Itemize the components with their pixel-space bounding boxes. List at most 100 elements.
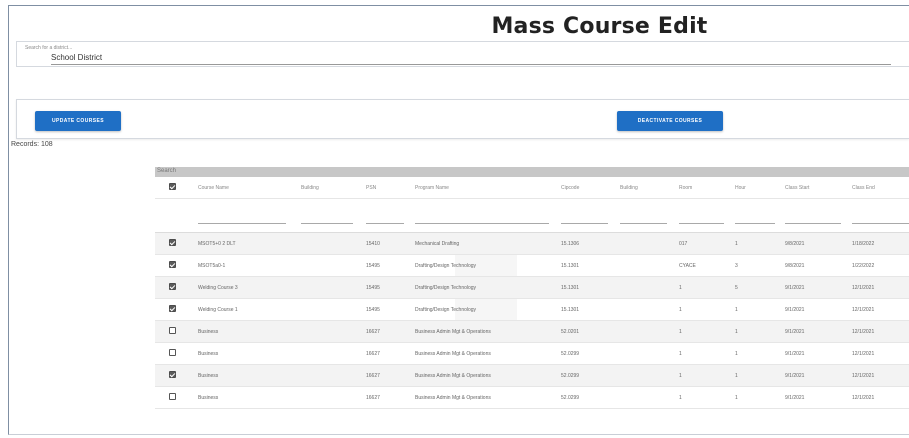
cell-psn: 15410	[366, 241, 380, 247]
cell-hour: 5	[735, 285, 738, 291]
cell-room: 1	[679, 329, 682, 335]
cell-psn: 16627	[366, 373, 380, 379]
district-search-placeholder: Search for a district...	[25, 45, 73, 51]
column-header-class-end[interactable]: Class End	[852, 177, 875, 199]
deactivate-courses-button[interactable]: DEACTIVATE COURSES	[617, 111, 723, 131]
grid-search-label: Search	[157, 168, 177, 174]
courses-grid: Course Name Building PSN Program Name Ci…	[155, 177, 909, 430]
filter-building-2[interactable]	[620, 223, 667, 224]
cell-room: CYACE	[679, 263, 696, 269]
cell-cipcode: 52.0201	[561, 329, 580, 335]
table-row[interactable]: Business 16627 Business Admin Mgt & Operat…	[155, 387, 909, 409]
cell-hour: 1	[735, 329, 738, 335]
table-row[interactable]: Welding Course 3 15495 Drafting/Design Tec…	[155, 277, 909, 299]
cell-cipcode: 52.0299	[561, 395, 580, 401]
cell-class-start: 9/1/2021	[785, 307, 805, 313]
column-header-course-name[interactable]: Course Name	[198, 177, 229, 199]
grid-header-row: Course Name Building PSN Program Name Ci…	[155, 177, 909, 199]
column-header-hour[interactable]: Hour	[735, 177, 746, 199]
row-checkbox[interactable]	[169, 393, 176, 400]
cell-room: 1	[679, 373, 682, 379]
filter-hour[interactable]	[735, 223, 775, 224]
cell-psn: 16627	[366, 395, 380, 401]
cell-class-start: 9/1/2021	[785, 395, 805, 401]
cell-program-name: Business Admin Mgt & Operations	[415, 351, 491, 357]
cell-hour: 1	[735, 241, 738, 247]
records-count: Records: 108	[11, 141, 53, 148]
update-courses-button[interactable]: UPDATE COURSES	[35, 111, 121, 131]
grid-search-bar[interactable]: Search	[155, 167, 909, 177]
table-row[interactable]: Business 16627 Business Admin Mgt & Operat…	[155, 321, 909, 343]
cell-class-start: 9/1/2021	[785, 329, 805, 335]
row-checkbox[interactable]	[169, 305, 176, 312]
district-search-input[interactable]: School District	[51, 53, 102, 62]
select-all-checkbox[interactable]	[169, 183, 176, 190]
column-header-cipcode[interactable]: Cipcode	[561, 177, 579, 199]
cell-program-name: Business Admin Mgt & Operations	[415, 329, 491, 335]
cell-program-name: Drafting/Design Technology	[415, 263, 477, 269]
filter-psn[interactable]	[366, 223, 404, 224]
cell-course-name: Welding Course 3	[198, 285, 238, 291]
cell-room: 017	[679, 241, 688, 247]
cell-course-name: Welding Course 1	[198, 307, 238, 313]
column-header-room[interactable]: Room	[679, 177, 692, 199]
cell-course-name: MSOT5+0 2 DLT	[198, 241, 236, 247]
cell-room: 1	[679, 307, 682, 313]
filter-building[interactable]	[301, 223, 353, 224]
cell-program-name: Drafting/Design Technology	[415, 285, 477, 291]
column-header-psn[interactable]: PSN	[366, 177, 376, 199]
cell-class-start: 9/8/2021	[785, 263, 805, 269]
table-row[interactable]: Business 16627 Business Admin Mgt & Operat…	[155, 365, 909, 387]
table-row[interactable]: Business 16627 Business Admin Mgt & Operat…	[155, 343, 909, 365]
cell-class-end: 12/1/2021	[852, 307, 875, 313]
row-checkbox[interactable]	[169, 349, 176, 356]
cell-class-start: 9/1/2021	[785, 373, 805, 379]
table-row[interactable]: MSOT5+0 2 DLT 15410 Mechanical Drafting 15.…	[155, 233, 909, 255]
cell-class-end: 1/22/2022	[852, 263, 875, 269]
cell-cipcode: 15.1306	[561, 241, 580, 247]
column-header-program-name[interactable]: Program Name	[415, 177, 449, 199]
table-row[interactable]: MSOT5a0-1 15495 Drafting/Design Technology…	[155, 255, 909, 277]
cell-course-name: Business	[198, 395, 219, 401]
district-search-card: Search for a district... School District	[16, 41, 909, 67]
cell-course-name: Business	[198, 329, 219, 335]
filter-class-end[interactable]	[852, 223, 909, 224]
cell-course-name: MSOT5a0-1	[198, 263, 226, 269]
cell-class-start: 9/8/2021	[785, 241, 805, 247]
column-header-building[interactable]: Building	[301, 177, 319, 199]
filter-class-start[interactable]	[785, 223, 841, 224]
cell-class-end: 12/1/2021	[852, 351, 875, 357]
cell-psn: 16627	[366, 329, 380, 335]
row-checkbox[interactable]	[169, 261, 176, 268]
cell-class-end: 1/18/2022	[852, 241, 875, 247]
cell-cipcode: 52.0299	[561, 373, 580, 379]
cell-program-name: Business Admin Mgt & Operations	[415, 373, 491, 379]
row-checkbox[interactable]	[169, 239, 176, 246]
actions-card: UPDATE COURSES DEACTIVATE COURSES	[16, 99, 909, 139]
cell-program-name: Drafting/Design Technology	[415, 307, 477, 313]
cell-class-start: 9/1/2021	[785, 285, 805, 291]
filter-program-name[interactable]	[415, 223, 549, 224]
district-search-underline	[51, 64, 891, 65]
table-row[interactable]: Welding Course 1 15495 Drafting/Design Tec…	[155, 299, 909, 321]
cell-program-name: Mechanical Drafting	[415, 241, 460, 247]
cell-hour: 3	[735, 263, 738, 269]
row-checkbox[interactable]	[169, 283, 176, 290]
cell-psn: 15495	[366, 285, 380, 291]
cell-class-end: 12/1/2021	[852, 373, 875, 379]
cell-class-end: 12/1/2021	[852, 329, 875, 335]
row-checkbox[interactable]	[169, 371, 176, 378]
filter-cipcode[interactable]	[561, 223, 608, 224]
row-checkbox[interactable]	[169, 327, 176, 334]
cell-cipcode: 15.1301	[561, 307, 580, 313]
cell-psn: 16627	[366, 351, 380, 357]
column-header-class-start[interactable]: Class Start	[785, 177, 809, 199]
grid-filter-row	[155, 199, 909, 233]
column-header-building-2[interactable]: Building	[620, 177, 638, 199]
cell-psn: 15495	[366, 263, 380, 269]
cell-room: 1	[679, 351, 682, 357]
cell-hour: 1	[735, 307, 738, 313]
filter-room[interactable]	[679, 223, 724, 224]
filter-course-name[interactable]	[198, 223, 286, 224]
cell-psn: 15495	[366, 307, 380, 313]
